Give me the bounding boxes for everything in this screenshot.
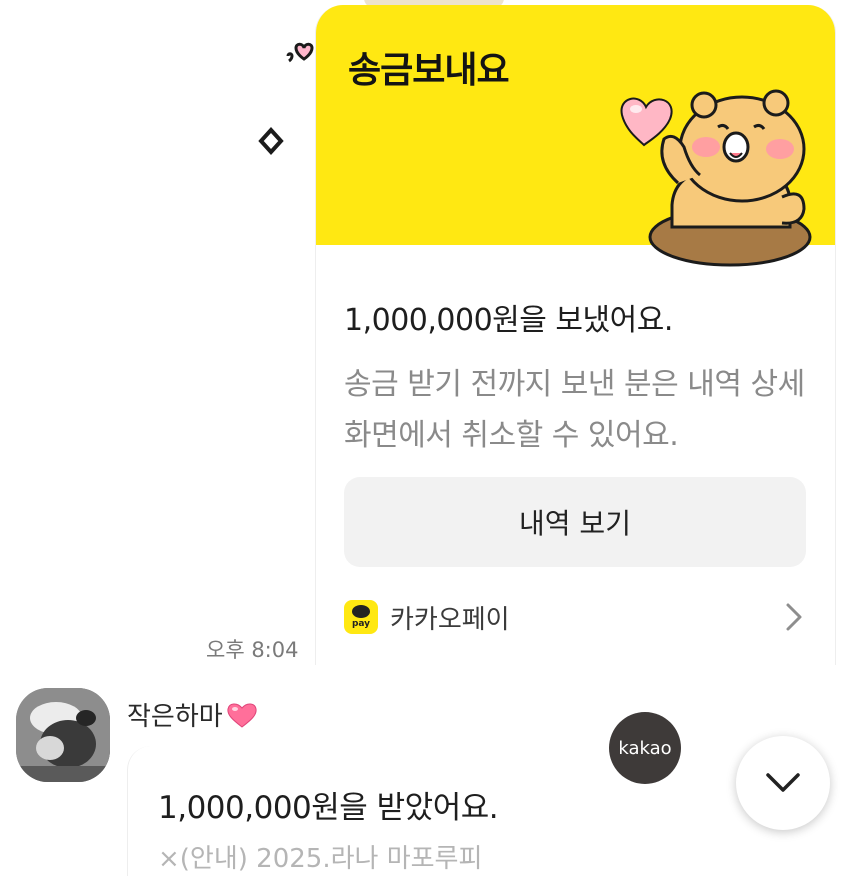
transfer-card[interactable]: 송금보내요 1,000,000원을 보냈어요. 송금 받기 전까지 보낸 분은 … — [315, 5, 836, 665]
sent-amount-text: 1,000,000원을 보냈어요. — [344, 303, 673, 338]
scroll-to-bottom-button[interactable] — [736, 736, 830, 830]
avatar-photo — [16, 688, 110, 782]
received-amount-text: 1,000,000원을 받았어요. — [158, 790, 499, 826]
kakao-badge: kakao — [609, 712, 681, 784]
chevron-right-icon — [786, 603, 802, 631]
brand-name: 카카오페이 — [390, 604, 510, 635]
heart-icon — [227, 703, 257, 728]
transfer-description: 송금 받기 전까지 보낸 분은 내역 상세화면에서 취소할 수 있어요. — [344, 367, 805, 453]
chevron-down-icon — [766, 773, 800, 792]
transfer-card-title: 송금보내요 — [348, 50, 510, 91]
message-timestamp: 오후 8:04 — [206, 638, 299, 662]
view-history-button[interactable]: 내역 보기 — [344, 477, 806, 567]
received-transfer-card[interactable]: 1,000,000원을 받았어요. ×(안내) 2025.라나 마포루피 — [127, 746, 648, 876]
sender-name: 작은하마 — [127, 696, 259, 733]
avatar[interactable] — [16, 688, 110, 782]
received-sub-text: ×(안내) 2025.라나 마포루피 — [158, 844, 483, 874]
kakaopay-logo-icon: pay — [344, 600, 378, 634]
bear-sticker-icon — [620, 89, 812, 267]
sparkle-icon — [258, 127, 284, 155]
sender-name-text: 작은하마 — [127, 702, 223, 732]
kakaopay-footer-link[interactable]: pay 카카오페이 — [344, 597, 806, 637]
